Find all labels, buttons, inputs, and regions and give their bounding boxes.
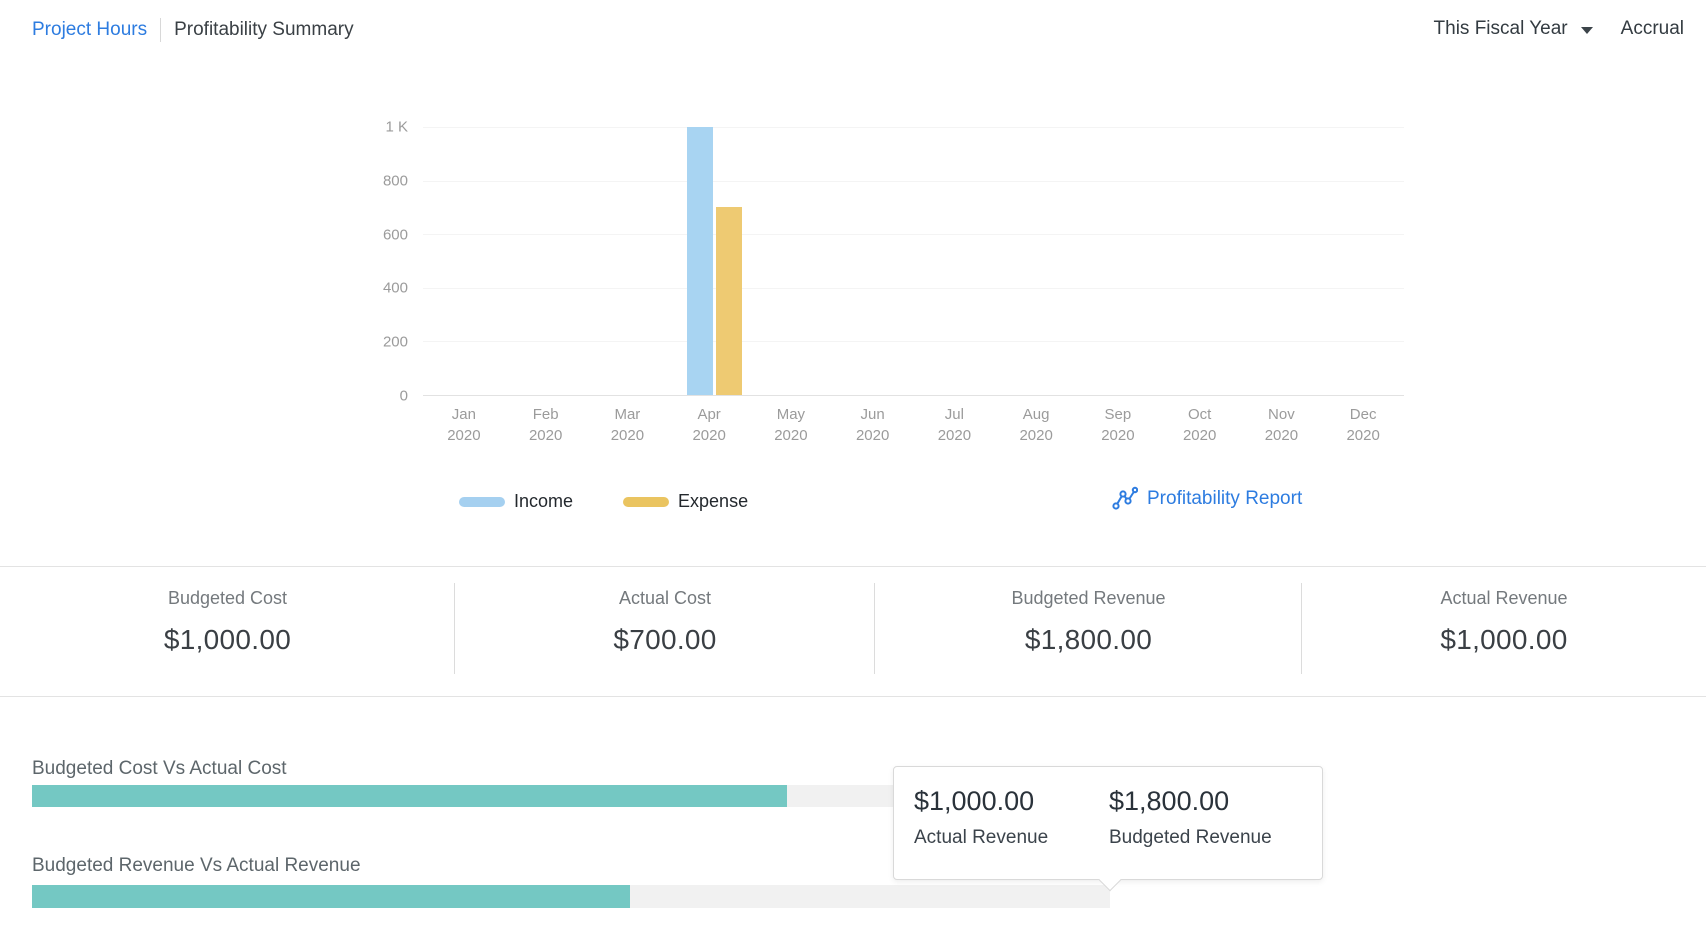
cost-progress-fill xyxy=(32,785,787,807)
x-axis-label: Feb2020 xyxy=(505,404,587,446)
bar-chart-plot-area xyxy=(423,127,1404,396)
chevron-down-icon xyxy=(1581,27,1593,34)
y-tick: 400 xyxy=(383,280,408,297)
legend-label-expense: Expense xyxy=(678,491,748,512)
progress-label-revenue: Budgeted Revenue Vs Actual Revenue xyxy=(32,855,361,877)
summary-card-budgeted-cost: Budgeted Cost $1,000.00 xyxy=(0,567,455,696)
card-value: $1,800.00 xyxy=(875,624,1302,656)
income-bar-apr[interactable] xyxy=(687,127,713,395)
x-axis-label: Jul2020 xyxy=(914,404,996,446)
x-axis-label: Nov2020 xyxy=(1241,404,1323,446)
profitability-report-link[interactable]: Profitability Report xyxy=(1112,486,1302,512)
trend-chart-icon xyxy=(1112,486,1138,512)
gridline xyxy=(423,234,1404,235)
card-value: $1,000.00 xyxy=(1302,624,1706,656)
x-axis-label: Dec2020 xyxy=(1322,404,1404,446)
card-label: Budgeted Cost xyxy=(0,588,455,609)
legend-item-expense[interactable]: Expense xyxy=(623,491,748,512)
card-label: Budgeted Revenue xyxy=(875,588,1302,609)
tooltip-actual-revenue: $1,000.00 Actual Revenue xyxy=(914,786,1109,879)
card-label: Actual Cost xyxy=(455,588,875,609)
page-title: Profitability Summary xyxy=(174,19,354,41)
x-axis-label: Apr2020 xyxy=(668,404,750,446)
summary-band: Budgeted Cost $1,000.00 Actual Cost $700… xyxy=(0,566,1706,697)
tooltip-value: $1,800.00 xyxy=(1109,786,1272,817)
expense-bar-apr[interactable] xyxy=(716,207,742,395)
y-tick: 0 xyxy=(400,388,408,405)
revenue-progress-bar[interactable] xyxy=(32,885,1110,908)
x-axis-label: May2020 xyxy=(750,404,832,446)
gridline xyxy=(423,181,1404,182)
tooltip-label: Actual Revenue xyxy=(914,827,1109,849)
fiscal-year-dropdown[interactable]: This Fiscal Year xyxy=(1434,18,1593,40)
header-controls: This Fiscal Year Accrual xyxy=(1434,18,1684,40)
expense-swatch xyxy=(623,497,669,507)
summary-card-actual-cost: Actual Cost $700.00 xyxy=(455,567,875,696)
breadcrumb-divider xyxy=(160,18,161,42)
revenue-progress-fill xyxy=(32,885,630,908)
x-axis-label: Sep2020 xyxy=(1077,404,1159,446)
profitability-report-label: Profitability Report xyxy=(1147,488,1302,510)
tooltip-budgeted-revenue: $1,800.00 Budgeted Revenue xyxy=(1109,786,1272,879)
header-breadcrumb: Project Hours Profitability Summary xyxy=(32,18,354,42)
x-axis-label: Aug2020 xyxy=(995,404,1077,446)
legend-item-income[interactable]: Income xyxy=(459,491,573,512)
y-tick: 800 xyxy=(383,172,408,189)
profitability-summary-page: Project Hours Profitability Summary This… xyxy=(0,0,1706,952)
tooltip-value: $1,000.00 xyxy=(914,786,1109,817)
gridline xyxy=(423,288,1404,289)
gridline xyxy=(423,341,1404,342)
project-hours-link[interactable]: Project Hours xyxy=(32,19,147,41)
fiscal-year-label: This Fiscal Year xyxy=(1434,18,1568,40)
x-axis-label: Mar2020 xyxy=(587,404,669,446)
chart-y-axis: 1 K 800 600 400 200 0 xyxy=(330,127,408,396)
revenue-tooltip: $1,000.00 Actual Revenue $1,800.00 Budge… xyxy=(893,766,1323,880)
y-tick: 600 xyxy=(383,226,408,243)
gridline xyxy=(423,127,1404,128)
x-axis-label: Jan2020 xyxy=(423,404,505,446)
card-value: $1,000.00 xyxy=(0,624,455,656)
y-tick: 200 xyxy=(383,334,408,351)
x-axis-label: Oct2020 xyxy=(1159,404,1241,446)
x-axis-label: Jun2020 xyxy=(832,404,914,446)
income-swatch xyxy=(459,497,505,507)
progress-label-cost: Budgeted Cost Vs Actual Cost xyxy=(32,758,287,780)
card-label: Actual Revenue xyxy=(1302,588,1706,609)
tooltip-label: Budgeted Revenue xyxy=(1109,827,1272,849)
card-value: $700.00 xyxy=(455,624,875,656)
legend-label-income: Income xyxy=(514,491,573,512)
chart-x-axis: Jan2020 Feb2020 Mar2020 Apr2020 May2020 … xyxy=(423,404,1404,446)
summary-card-actual-revenue: Actual Revenue $1,000.00 xyxy=(1302,567,1706,696)
chart-legend: Income Expense xyxy=(459,491,748,512)
accrual-toggle[interactable]: Accrual xyxy=(1621,18,1684,40)
summary-card-budgeted-revenue: Budgeted Revenue $1,800.00 xyxy=(875,567,1302,696)
y-tick: 1 K xyxy=(385,119,408,136)
